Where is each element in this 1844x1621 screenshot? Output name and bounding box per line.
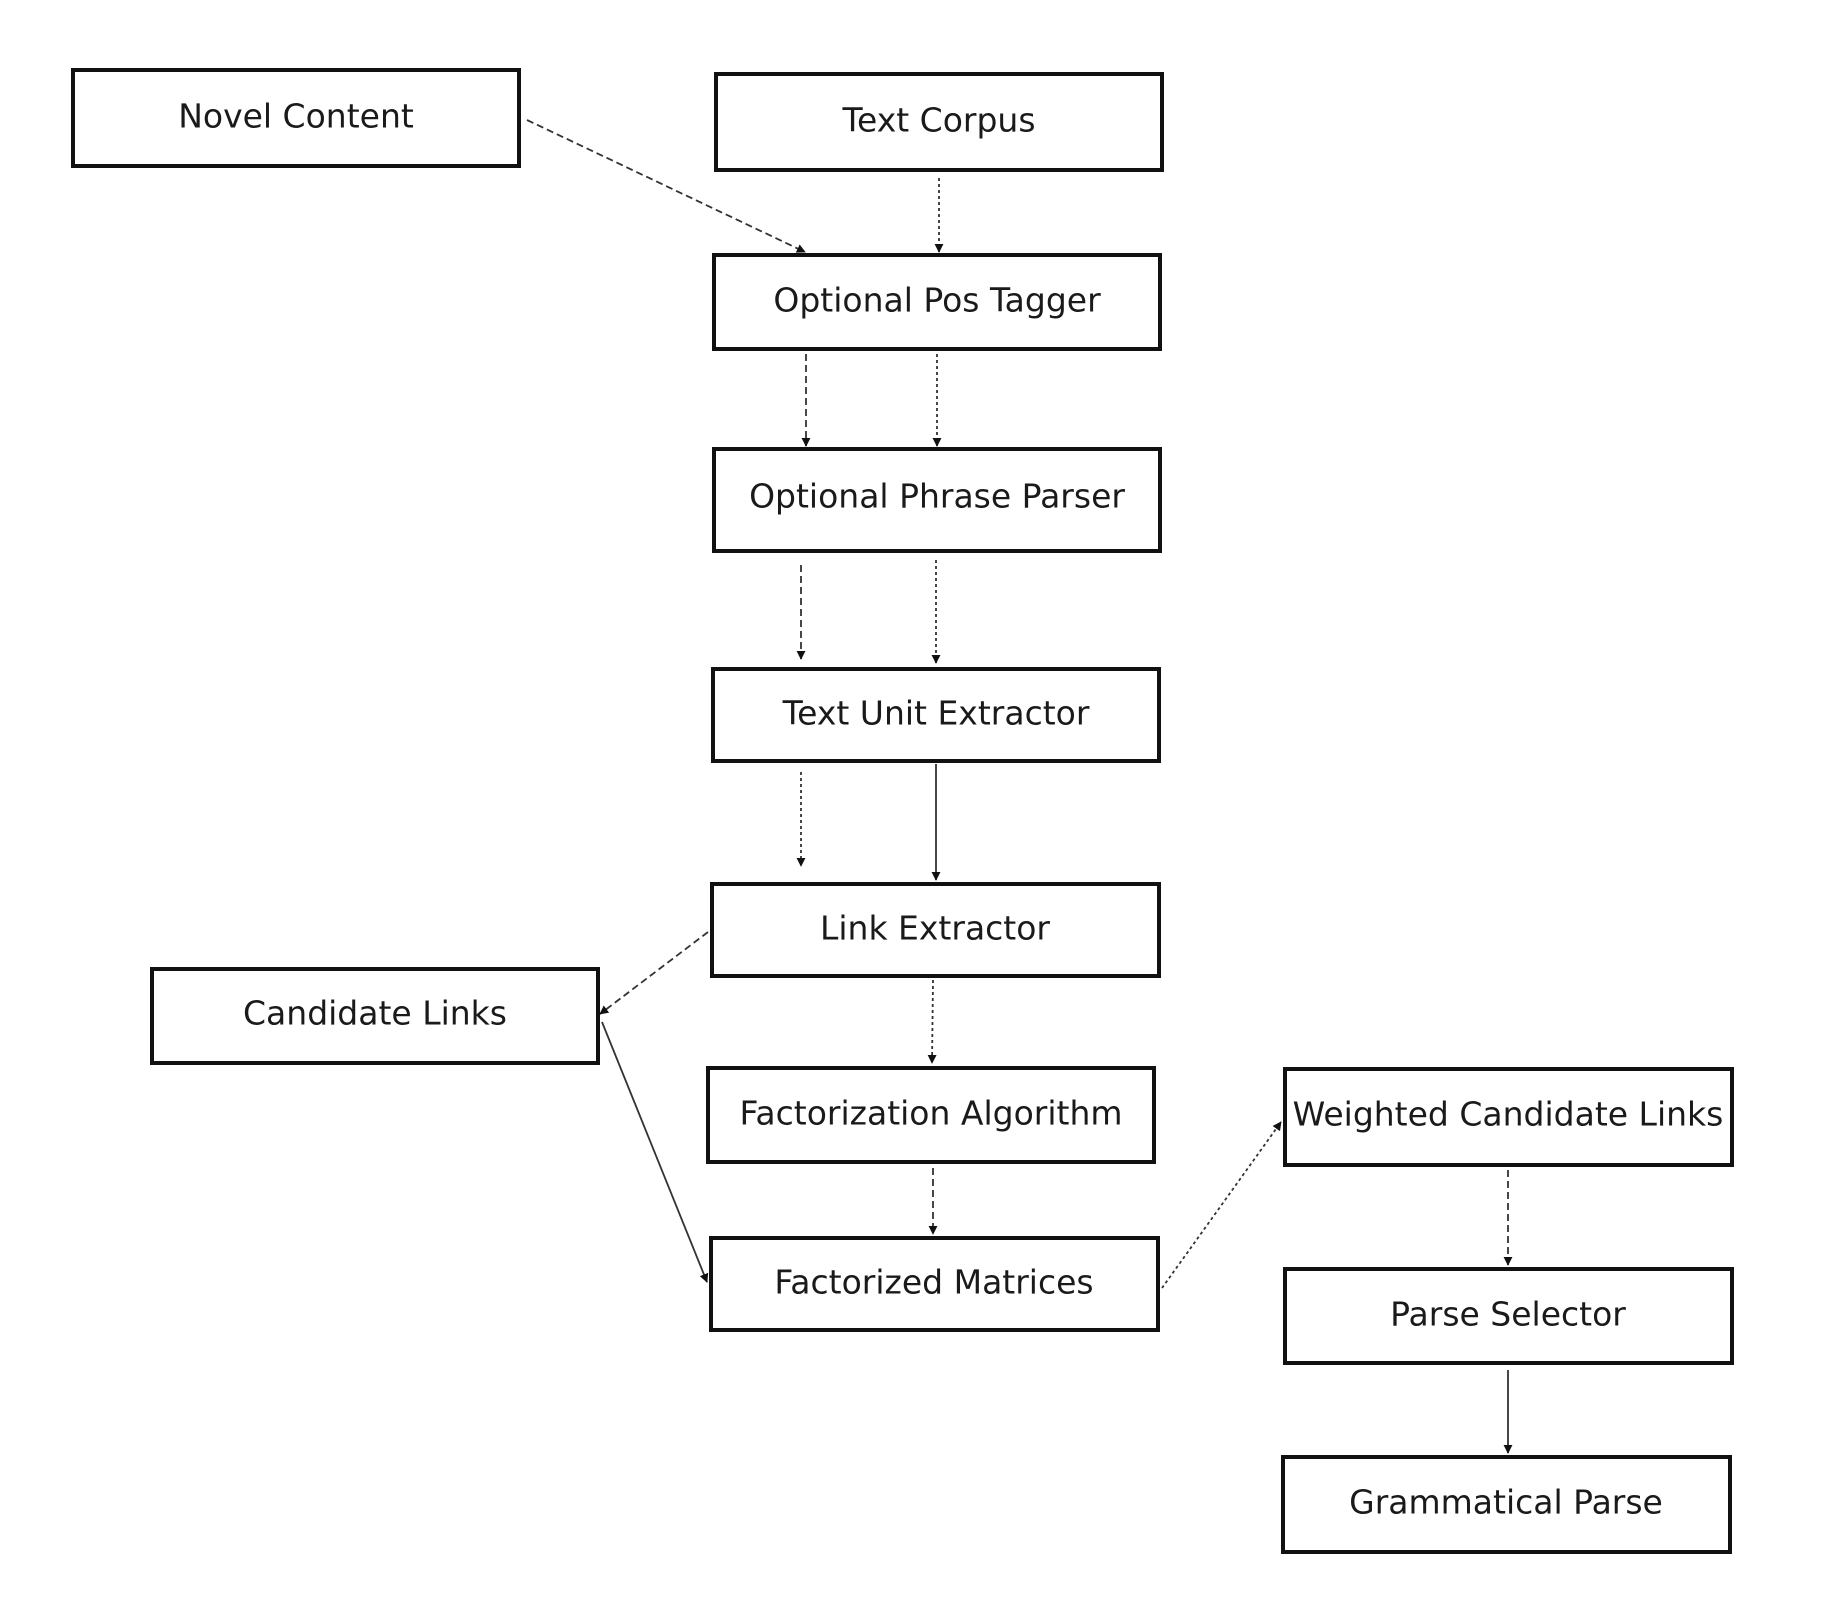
node-label: Optional Phrase Parser	[749, 477, 1125, 516]
node-label: Optional Pos Tagger	[773, 281, 1101, 320]
node-optional-phrase-parser: Optional Phrase Parser	[712, 447, 1162, 553]
flowchart: Novel Content Text Corpus Optional Pos T…	[71, 68, 1734, 1554]
node-weighted-candidate-links: Weighted Candidate Links	[1283, 1067, 1734, 1167]
node-grammatical-parse: Grammatical Parse	[1281, 1455, 1732, 1554]
node-label: Weighted Candidate Links	[1293, 1095, 1724, 1134]
node-optional-pos-tagger: Optional Pos Tagger	[712, 253, 1162, 351]
nodes-layer: Novel Content Text Corpus Optional Pos T…	[71, 68, 1734, 1554]
node-label: Grammatical Parse	[1349, 1483, 1663, 1522]
arrow-link-extractor-to-factorization-algorithm	[927, 979, 937, 1064]
node-candidate-links: Candidate Links	[150, 967, 600, 1065]
node-factorized-matrices: Factorized Matrices	[709, 1236, 1160, 1332]
node-text-corpus: Text Corpus	[714, 72, 1164, 172]
node-link-extractor: Link Extractor	[710, 882, 1161, 978]
node-label: Text Corpus	[841, 101, 1035, 140]
node-factorization-algorithm: Factorization Algorithm	[706, 1066, 1156, 1164]
node-parse-selector: Parse Selector	[1283, 1267, 1734, 1365]
node-label: Factorized Matrices	[774, 1263, 1093, 1302]
node-novel-content: Novel Content	[71, 68, 521, 168]
arrow-factorized-matrices-to-weighted-candidate-links	[1161, 1121, 1282, 1289]
arrow-link-extractor-to-candidate-links	[599, 931, 709, 1015]
node-text-unit-extractor: Text Unit Extractor	[711, 667, 1161, 763]
node-label: Factorization Algorithm	[739, 1094, 1122, 1133]
node-label: Link Extractor	[820, 909, 1050, 948]
arrow-candidate-links-to-factorized-matrices	[601, 1021, 709, 1283]
node-label: Parse Selector	[1390, 1295, 1626, 1334]
node-label: Candidate Links	[243, 994, 507, 1033]
node-label: Novel Content	[178, 97, 414, 136]
node-label: Text Unit Extractor	[782, 694, 1090, 733]
